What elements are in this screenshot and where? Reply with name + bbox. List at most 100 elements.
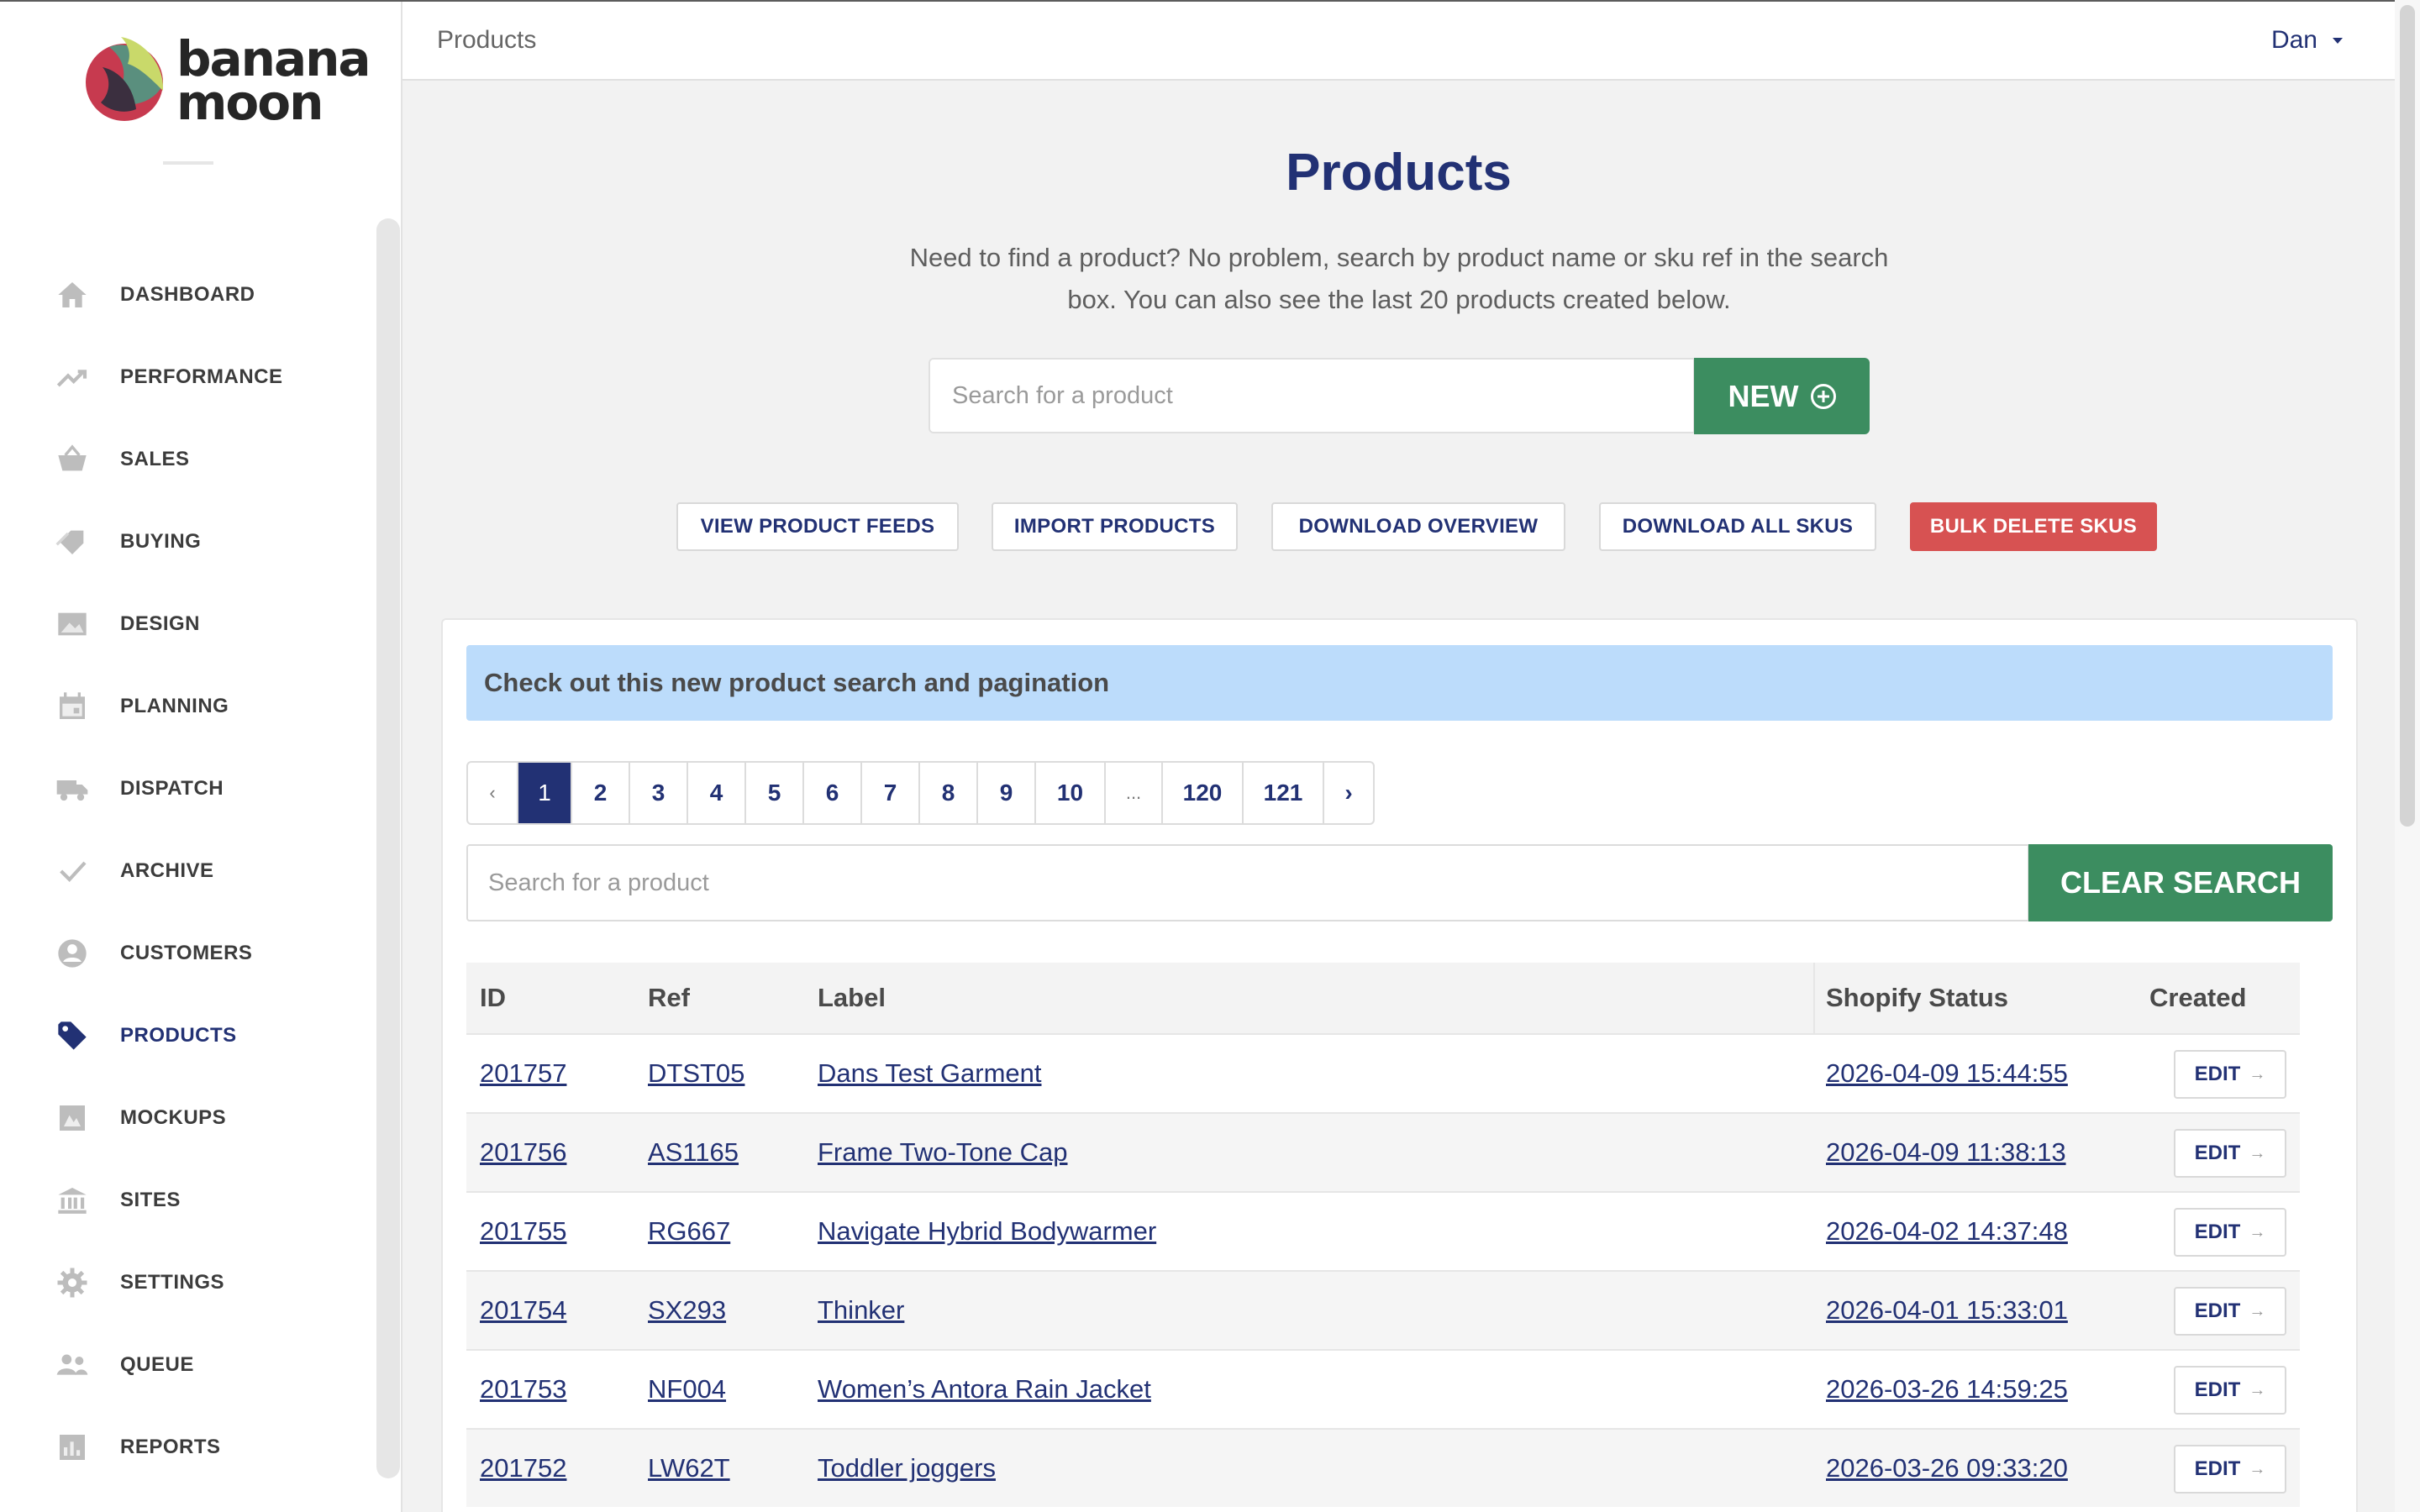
brand-logo[interactable]: banana moon	[84, 30, 371, 127]
new-product-button[interactable]: NEW	[1694, 358, 1870, 434]
basket-icon	[58, 444, 87, 471]
pagination-page[interactable]: 9	[978, 763, 1036, 823]
sidebar-item-label: DISPATCH	[120, 777, 224, 800]
sidebar-item-queue[interactable]: QUEUE	[0, 1324, 370, 1406]
sidebar-item-dashboard[interactable]: DASHBOARD	[0, 254, 370, 336]
edit-label: EDIT	[2194, 1142, 2241, 1164]
product-ref-link[interactable]: NF004	[648, 1351, 726, 1428]
sidebar-item-design[interactable]: DESIGN	[0, 583, 370, 665]
sidebar-item-archive[interactable]: ARCHIVE	[0, 830, 370, 912]
product-label-link[interactable]: Dans Test Garment	[818, 1035, 1041, 1112]
pagination-page[interactable]: 8	[920, 763, 978, 823]
pagination-next[interactable]: ›	[1324, 763, 1373, 823]
edit-label: EDIT	[2194, 1457, 2241, 1480]
product-created-link[interactable]: 2026-04-09 15:44:55	[1826, 1035, 2068, 1112]
sidebar-item-planning[interactable]: PLANNING	[0, 665, 370, 748]
sidebar-item-performance[interactable]: PERFORMANCE	[0, 336, 370, 418]
sidebar-item-buying[interactable]: BUYING	[0, 501, 370, 583]
sidebar-item-sales[interactable]: SALES	[0, 418, 370, 501]
pagination-page[interactable]: 2	[572, 763, 630, 823]
pagination-page[interactable]: 120	[1163, 763, 1244, 823]
import-products-button[interactable]: IMPORT PRODUCTS	[992, 502, 1238, 551]
sidebar-item-label: SETTINGS	[120, 1271, 225, 1294]
table-row: 201757 DTST05 Dans Test Garment 2026-04-…	[466, 1033, 2300, 1112]
edit-button[interactable]: EDIT →	[2174, 1050, 2286, 1099]
pagination-page[interactable]: 121	[1244, 763, 1324, 823]
plus-circle-icon	[1810, 383, 1836, 409]
product-id-link[interactable]: 201754	[480, 1272, 566, 1349]
sidebar-item-label: SALES	[120, 448, 190, 470]
product-search-input[interactable]: Search for a product	[929, 358, 1695, 433]
product-id-link[interactable]: 201757	[480, 1035, 566, 1112]
product-label-link[interactable]: Toddler joggers	[818, 1430, 996, 1507]
edit-button[interactable]: EDIT →	[2174, 1287, 2286, 1336]
sidebar-item-label: REPORTS	[120, 1436, 221, 1458]
sidebar-item-sites[interactable]: SITES	[0, 1159, 370, 1242]
caret-down-icon	[2333, 37, 2343, 44]
pagination-page[interactable]: 3	[630, 763, 688, 823]
page-scrollbar-thumb[interactable]	[2400, 5, 2415, 827]
product-id-link[interactable]: 201753	[480, 1351, 566, 1428]
sidebar-item-reports[interactable]: REPORTS	[0, 1406, 370, 1488]
edit-button[interactable]: EDIT →	[2174, 1445, 2286, 1494]
product-label-link[interactable]: Women’s Antora Rain Jacket	[818, 1351, 1151, 1428]
product-created-link[interactable]: 2026-04-09 11:38:13	[1826, 1114, 2066, 1191]
product-ref-link[interactable]: RG667	[648, 1193, 730, 1270]
clear-search-button[interactable]: CLEAR SEARCH	[2028, 844, 2333, 921]
product-ref-link[interactable]: LW62T	[648, 1430, 730, 1507]
product-created-link[interactable]: 2026-04-01 15:33:01	[1826, 1272, 2068, 1349]
arrow-right-icon: →	[2249, 1459, 2266, 1478]
column-header-created: Created	[2149, 983, 2247, 1012]
table-row: 201753 NF004 Women’s Antora Rain Jacket …	[466, 1349, 2300, 1428]
edit-button[interactable]: EDIT →	[2174, 1129, 2286, 1178]
column-header-label: Label	[818, 983, 886, 1012]
arrow-right-icon: →	[2249, 1301, 2266, 1320]
view-product-feeds-button[interactable]: VIEW PRODUCT FEEDS	[676, 502, 959, 551]
pagination-page[interactable]: 10	[1036, 763, 1106, 823]
sidebar-item-customers[interactable]: CUSTOMERS	[0, 912, 370, 995]
column-header-shopify-status: Shopify Status	[1826, 983, 2009, 1012]
product-created-link[interactable]: 2026-03-26 14:59:25	[1826, 1351, 2068, 1428]
sidebar-item-settings[interactable]: SETTINGS	[0, 1242, 370, 1324]
product-id-link[interactable]: 201752	[480, 1430, 566, 1507]
product-list-search-input[interactable]: Search for a product	[466, 844, 2029, 921]
sidebar-item-label: PLANNING	[120, 695, 229, 717]
download-all-skus-button[interactable]: DOWNLOAD ALL SKUS	[1599, 502, 1876, 551]
edit-button[interactable]: EDIT →	[2174, 1366, 2286, 1415]
product-label-link[interactable]: Navigate Hybrid Bodywarmer	[818, 1193, 1156, 1270]
pagination-page[interactable]: 7	[862, 763, 920, 823]
user-menu[interactable]: Dan	[2271, 2, 2343, 79]
pagination-page[interactable]: 6	[804, 763, 862, 823]
sidebar-item-products[interactable]: PRODUCTS	[0, 995, 370, 1077]
product-created-link[interactable]: 2026-03-26 09:33:20	[1826, 1430, 2068, 1507]
edit-label: EDIT	[2194, 1221, 2241, 1243]
tags-icon	[55, 530, 84, 554]
download-overview-button[interactable]: DOWNLOAD OVERVIEW	[1271, 502, 1565, 551]
column-divider	[1813, 963, 1815, 1033]
product-ref-link[interactable]: SX293	[648, 1272, 726, 1349]
sidebar-scrollbar[interactable]	[376, 218, 400, 1478]
sidebar-item-label: DESIGN	[120, 612, 201, 635]
product-created-link[interactable]: 2026-04-02 14:37:48	[1826, 1193, 2068, 1270]
product-ref-link[interactable]: DTST05	[648, 1035, 744, 1112]
pagination-page[interactable]: 1	[518, 763, 572, 823]
user-name: Dan	[2270, 26, 2317, 54]
truck-icon	[56, 780, 88, 801]
pagination-prev[interactable]: ‹	[468, 763, 518, 823]
bank-icon	[58, 1188, 87, 1214]
product-id-link[interactable]: 201756	[480, 1114, 566, 1191]
table-row: 201756 AS1165 Frame Two-Tone Cap 2026-04…	[466, 1112, 2300, 1191]
edit-button[interactable]: EDIT →	[2174, 1208, 2286, 1257]
sidebar-item-mockups[interactable]: MOCKUPS	[0, 1077, 370, 1159]
sidebar-item-dispatch[interactable]: DISPATCH	[0, 748, 370, 830]
bulk-delete-skus-button[interactable]: BULK DELETE SKUS	[1910, 502, 2157, 551]
product-label-link[interactable]: Thinker	[818, 1272, 904, 1349]
column-header-ref: Ref	[648, 983, 690, 1012]
product-id-link[interactable]: 201755	[480, 1193, 566, 1270]
pagination-page[interactable]: 4	[688, 763, 746, 823]
product-label-link[interactable]: Frame Two-Tone Cap	[818, 1114, 1068, 1191]
pagination-page[interactable]: 5	[746, 763, 804, 823]
product-ref-link[interactable]: AS1165	[648, 1114, 739, 1191]
edit-label: EDIT	[2194, 1299, 2241, 1322]
sidebar-item-label: BUYING	[120, 530, 202, 553]
